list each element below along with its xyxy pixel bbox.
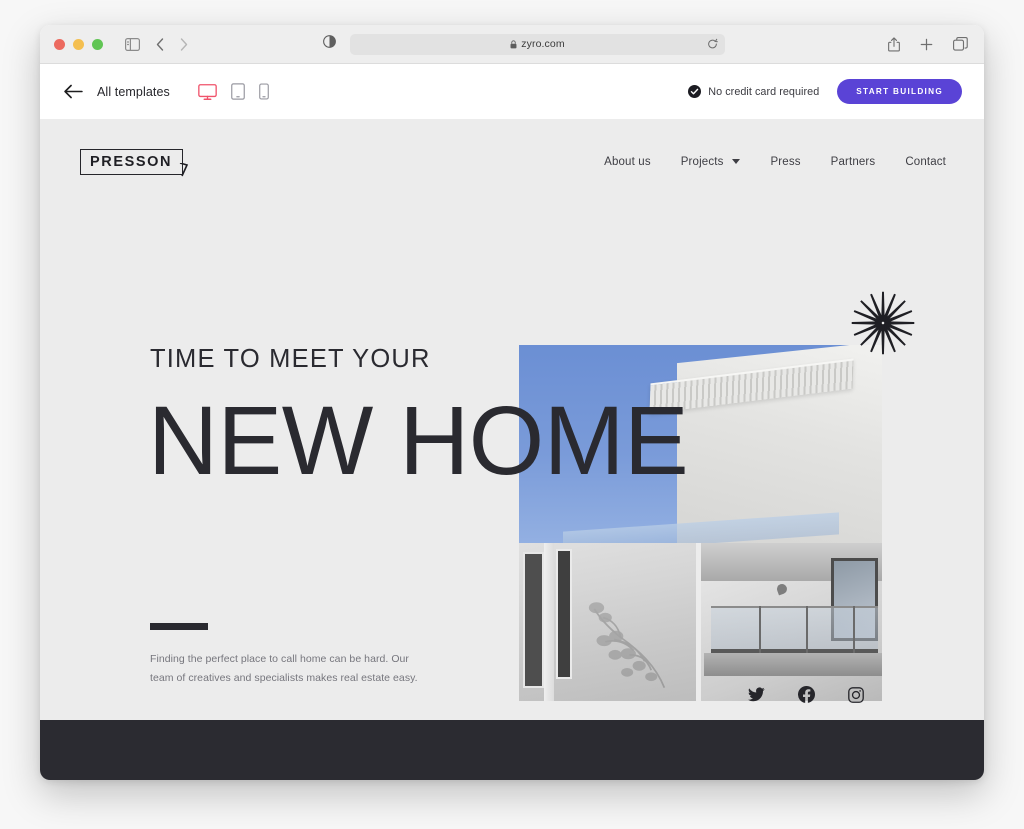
nav-label: Partners xyxy=(830,155,876,168)
nav-label: Contact xyxy=(905,155,946,168)
sky-photo xyxy=(519,345,882,545)
house-photo-right xyxy=(700,542,882,701)
railing-post xyxy=(852,605,855,654)
window xyxy=(556,548,572,679)
railing-post xyxy=(805,605,808,654)
nav-item-projects[interactable]: Projects xyxy=(681,156,741,168)
instagram-icon[interactable] xyxy=(848,686,864,703)
reload-icon[interactable] xyxy=(707,38,718,50)
divider-rule xyxy=(150,623,208,630)
starburst-icon xyxy=(851,291,915,355)
wall-lamp xyxy=(775,582,789,596)
check-circle-icon xyxy=(688,85,702,98)
browser-window: zyro.com All templates No credit card re… xyxy=(40,25,984,780)
wall-edge xyxy=(543,542,555,701)
house-photo-left xyxy=(519,542,701,701)
chevron-down-icon[interactable] xyxy=(732,159,741,164)
window xyxy=(522,552,544,689)
balcony-slab xyxy=(704,653,882,676)
mobile-icon[interactable] xyxy=(258,83,269,100)
zoom-window-button[interactable] xyxy=(92,38,103,50)
contrast-icon[interactable] xyxy=(323,35,336,53)
sidebar-icon[interactable] xyxy=(125,37,140,51)
site-footer xyxy=(40,720,984,780)
nav-label: Press xyxy=(770,155,801,168)
nav-item-contact[interactable]: Contact xyxy=(905,156,946,168)
chevron-left-icon[interactable] xyxy=(156,37,164,51)
nav-item-about-us[interactable]: About us xyxy=(604,156,651,168)
start-building-button[interactable]: START BUILDING xyxy=(837,79,962,104)
tabs-icon[interactable] xyxy=(953,37,968,51)
template-preview-toolbar: All templates No credit card required ST… xyxy=(40,64,984,120)
presson-logo[interactable]: PRESSON xyxy=(80,148,189,176)
nav-label: About us xyxy=(604,155,651,168)
arrow-left-icon[interactable] xyxy=(64,84,83,99)
hero-image xyxy=(519,345,882,701)
chevron-right-icon[interactable] xyxy=(180,37,188,51)
address-bar[interactable]: zyro.com xyxy=(350,33,725,55)
social-links xyxy=(748,686,864,703)
hero-section: TIME TO MEET YOUR NEW HOME Finding the p… xyxy=(40,203,984,780)
close-window-button[interactable] xyxy=(54,38,65,50)
site-navigation: PRESSON About us Projects Press Partners… xyxy=(40,120,984,203)
all-templates-label[interactable]: All templates xyxy=(97,85,170,99)
plus-icon[interactable] xyxy=(920,38,933,51)
nav-item-press[interactable]: Press xyxy=(770,156,800,168)
device-switcher xyxy=(198,83,269,100)
site-menu: About us Projects Press Partners Contact xyxy=(604,156,946,168)
logo-tail-icon xyxy=(179,162,189,176)
twitter-icon[interactable] xyxy=(748,687,765,702)
tree-shadow xyxy=(588,602,666,688)
tablet-icon[interactable] xyxy=(230,83,245,100)
template-preview-viewport: PRESSON About us Projects Press Partners… xyxy=(40,120,984,780)
facebook-icon[interactable] xyxy=(798,686,815,703)
no-credit-card-notice: No credit card required xyxy=(688,85,819,98)
minimize-window-button[interactable] xyxy=(73,38,84,50)
logo-text: PRESSON xyxy=(90,153,173,170)
desktop-icon[interactable] xyxy=(198,83,217,100)
lock-icon xyxy=(510,39,517,49)
lower-photo-strip xyxy=(519,542,882,701)
browser-chrome-bar: zyro.com xyxy=(40,25,984,64)
share-icon[interactable] xyxy=(888,36,900,52)
railing-post xyxy=(758,605,761,654)
no-credit-card-label: No credit card required xyxy=(708,85,820,98)
hero-blurb: Finding the perfect place to call home c… xyxy=(150,653,418,685)
window-traffic-lights xyxy=(54,38,103,50)
url-text: zyro.com xyxy=(521,38,565,50)
nav-label: Projects xyxy=(680,155,724,168)
nav-item-partners[interactable]: Partners xyxy=(831,156,876,168)
